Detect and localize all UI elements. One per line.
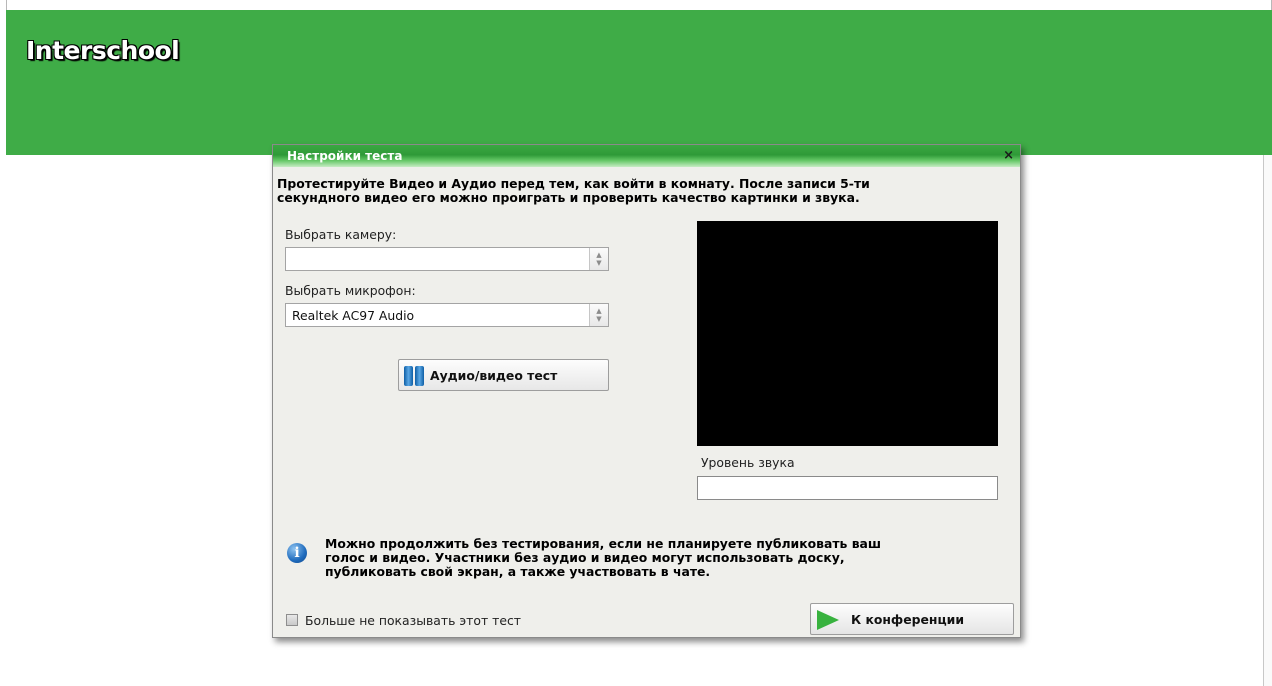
spinner-arrows-icon[interactable]: ▲ ▼ [589, 304, 608, 326]
camera-select[interactable]: ▲ ▼ [285, 247, 609, 271]
info-icon: i [287, 543, 307, 563]
audio-video-test-button[interactable]: Аудио/видео тест [398, 359, 609, 391]
audio-video-test-label: Аудио/видео тест [430, 368, 558, 383]
test-settings-dialog: Настройки теста × Протестируйте Видео и … [272, 144, 1021, 638]
microphone-select[interactable]: Realtek AC97 Audio ▲ ▼ [285, 303, 609, 327]
dialog-title: Настройки теста [287, 149, 403, 163]
app-title: Interschool [26, 36, 180, 65]
info-line-2: голос и видео. Участники без аудио и вид… [325, 550, 845, 565]
camera-label: Выбрать камеру: [285, 227, 397, 242]
video-preview [697, 221, 998, 446]
spinner-arrows-icon[interactable]: ▲ ▼ [589, 248, 608, 270]
intro-line-1: Протестируйте Видео и Аудио перед тем, к… [277, 176, 870, 191]
to-conference-label: К конференции [851, 612, 965, 627]
microphone-select-value: Realtek AC97 Audio [292, 308, 415, 323]
info-text: Можно продолжить без тестирования, если … [325, 537, 1005, 579]
microphone-label: Выбрать микрофон: [285, 283, 416, 298]
dont-show-label[interactable]: Больше не показывать этот тест [305, 613, 521, 628]
info-line-1: Можно продолжить без тестирования, если … [325, 536, 882, 551]
sound-level-label: Уровень звука [701, 455, 795, 470]
app-header: Interschool [6, 10, 1272, 155]
sound-level-meter [697, 476, 998, 500]
intro-line-2: секундного видео его можно проиграть и п… [277, 190, 860, 205]
close-icon[interactable]: × [1003, 148, 1014, 163]
info-line-3: публиковать свой экран, а также участвов… [325, 564, 711, 579]
intro-text: Протестируйте Видео и Аудио перед тем, к… [277, 177, 997, 205]
right-panel-edge [1263, 155, 1272, 686]
dont-show-checkbox[interactable] [286, 614, 298, 626]
to-conference-button[interactable]: К конференции [810, 603, 1014, 635]
dialog-titlebar[interactable]: Настройки теста × [273, 145, 1020, 167]
play-arrow-icon [817, 610, 839, 630]
pause-bars-icon [404, 366, 426, 386]
